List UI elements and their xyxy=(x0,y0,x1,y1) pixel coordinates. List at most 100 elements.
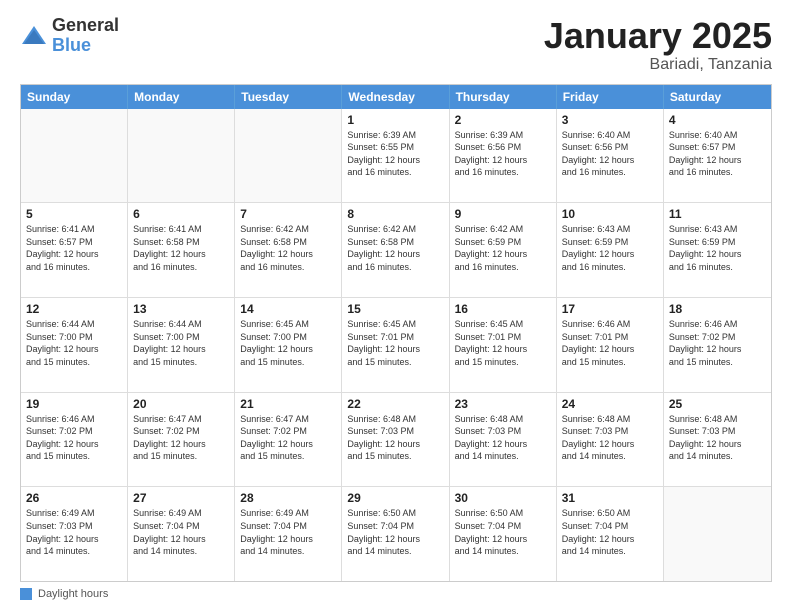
header-day-wednesday: Wednesday xyxy=(342,85,449,109)
day-number: 27 xyxy=(133,491,229,505)
day-number: 20 xyxy=(133,397,229,411)
day-info: Sunrise: 6:50 AM Sunset: 7:04 PM Dayligh… xyxy=(562,507,658,557)
header: General Blue January 2025 Bariadi, Tanza… xyxy=(20,16,772,74)
day-number: 21 xyxy=(240,397,336,411)
calendar-cell-empty-1 xyxy=(128,109,235,203)
header-day-monday: Monday xyxy=(128,85,235,109)
calendar-week-3: 12 Sunrise: 6:44 AM Sunset: 7:00 PM Dayli… xyxy=(21,298,771,393)
day-number: 2 xyxy=(455,113,551,127)
day-number: 14 xyxy=(240,302,336,316)
day-info: Sunrise: 6:39 AM Sunset: 6:55 PM Dayligh… xyxy=(347,129,443,179)
logo-icon xyxy=(20,22,48,50)
calendar-cell-empty-0 xyxy=(21,109,128,203)
day-number: 25 xyxy=(669,397,766,411)
calendar-cell-27: 27Sunrise: 6:49 AM Sunset: 7:04 PM Dayli… xyxy=(128,487,235,581)
day-number: 15 xyxy=(347,302,443,316)
calendar-cell-21: 21 Sunrise: 6:47 AM Sunset: 7:02 PM Dayli… xyxy=(235,393,342,487)
day-info: Sunrise: 6:44 AM Sunset: 7:00 PM Dayligh… xyxy=(133,318,229,368)
calendar-week-1: 1Sunrise: 6:39 AM Sunset: 6:55 PM Daylig… xyxy=(21,109,771,204)
calendar-cell-12: 12 Sunrise: 6:44 AM Sunset: 7:00 PM Dayli… xyxy=(21,298,128,392)
day-info: Sunrise: 6:45 AM Sunset: 7:01 PM Dayligh… xyxy=(455,318,551,368)
day-info: Sunrise: 6:46 AM Sunset: 7:01 PM Dayligh… xyxy=(562,318,658,368)
day-number: 8 xyxy=(347,207,443,221)
day-number: 10 xyxy=(562,207,658,221)
day-info: Sunrise: 6:48 AM Sunset: 7:03 PM Dayligh… xyxy=(562,413,658,463)
day-number: 11 xyxy=(669,207,766,221)
calendar-cell-5: 5 Sunrise: 6:41 AM Sunset: 6:57 PM Daylig… xyxy=(21,203,128,297)
logo-blue: Blue xyxy=(52,36,119,56)
day-info: Sunrise: 6:39 AM Sunset: 6:56 PM Dayligh… xyxy=(455,129,551,179)
calendar-cell-31: 31 Sunrise: 6:50 AM Sunset: 7:04 PM Dayli… xyxy=(557,487,664,581)
calendar-cell-19: 19Sunrise: 6:46 AM Sunset: 7:02 PM Dayli… xyxy=(21,393,128,487)
month-title: January 2025 xyxy=(544,16,772,56)
day-info: Sunrise: 6:48 AM Sunset: 7:03 PM Dayligh… xyxy=(669,413,766,463)
calendar-cell-8: 8 Sunrise: 6:42 AM Sunset: 6:58 PM Daylig… xyxy=(342,203,449,297)
day-info: Sunrise: 6:50 AM Sunset: 7:04 PM Dayligh… xyxy=(455,507,551,557)
day-number: 5 xyxy=(26,207,122,221)
calendar-cell-29: 29 Sunrise: 6:50 AM Sunset: 7:04 PM Dayli… xyxy=(342,487,449,581)
logo-text: General Blue xyxy=(52,16,119,56)
day-info: Sunrise: 6:47 AM Sunset: 7:02 PM Dayligh… xyxy=(133,413,229,463)
day-info: Sunrise: 6:43 AM Sunset: 6:59 PM Dayligh… xyxy=(562,223,658,273)
day-number: 18 xyxy=(669,302,766,316)
title-block: January 2025 Bariadi, Tanzania xyxy=(544,16,772,74)
day-number: 31 xyxy=(562,491,658,505)
calendar-cell-2: 2 Sunrise: 6:39 AM Sunset: 6:56 PM Daylig… xyxy=(450,109,557,203)
header-day-tuesday: Tuesday xyxy=(235,85,342,109)
day-info: Sunrise: 6:44 AM Sunset: 7:00 PM Dayligh… xyxy=(26,318,122,368)
calendar-cell-4: 4 Sunrise: 6:40 AM Sunset: 6:57 PM Daylig… xyxy=(664,109,771,203)
day-info: Sunrise: 6:42 AM Sunset: 6:58 PM Dayligh… xyxy=(240,223,336,273)
day-number: 9 xyxy=(455,207,551,221)
calendar-cell-18: 18Sunrise: 6:46 AM Sunset: 7:02 PM Dayli… xyxy=(664,298,771,392)
calendar-cell-16: 16 Sunrise: 6:45 AM Sunset: 7:01 PM Dayli… xyxy=(450,298,557,392)
calendar-cell-11: 11Sunrise: 6:43 AM Sunset: 6:59 PM Dayli… xyxy=(664,203,771,297)
day-number: 13 xyxy=(133,302,229,316)
day-info: Sunrise: 6:45 AM Sunset: 7:01 PM Dayligh… xyxy=(347,318,443,368)
day-info: Sunrise: 6:47 AM Sunset: 7:02 PM Dayligh… xyxy=(240,413,336,463)
day-info: Sunrise: 6:40 AM Sunset: 6:56 PM Dayligh… xyxy=(562,129,658,179)
day-info: Sunrise: 6:50 AM Sunset: 7:04 PM Dayligh… xyxy=(347,507,443,557)
day-number: 30 xyxy=(455,491,551,505)
calendar-cell-15: 15 Sunrise: 6:45 AM Sunset: 7:01 PM Dayli… xyxy=(342,298,449,392)
calendar-cell-9: 9 Sunrise: 6:42 AM Sunset: 6:59 PM Daylig… xyxy=(450,203,557,297)
day-number: 16 xyxy=(455,302,551,316)
calendar-cell-14: 14 Sunrise: 6:45 AM Sunset: 7:00 PM Dayli… xyxy=(235,298,342,392)
calendar-cell-13: 13 Sunrise: 6:44 AM Sunset: 7:00 PM Dayli… xyxy=(128,298,235,392)
calendar-week-5: 26 Sunrise: 6:49 AM Sunset: 7:03 PM Dayli… xyxy=(21,487,771,581)
header-day-thursday: Thursday xyxy=(450,85,557,109)
calendar-week-2: 5 Sunrise: 6:41 AM Sunset: 6:57 PM Daylig… xyxy=(21,203,771,298)
calendar-cell-3: 3Sunrise: 6:40 AM Sunset: 6:56 PM Daylig… xyxy=(557,109,664,203)
logo-general: General xyxy=(52,16,119,36)
calendar-cell-25: 25 Sunrise: 6:48 AM Sunset: 7:03 PM Dayli… xyxy=(664,393,771,487)
footer: Daylight hours xyxy=(20,588,772,600)
day-info: Sunrise: 6:49 AM Sunset: 7:04 PM Dayligh… xyxy=(240,507,336,557)
footer-label: Daylight hours xyxy=(38,588,108,600)
day-number: 12 xyxy=(26,302,122,316)
calendar-cell-20: 20 Sunrise: 6:47 AM Sunset: 7:02 PM Dayli… xyxy=(128,393,235,487)
day-info: Sunrise: 6:40 AM Sunset: 6:57 PM Dayligh… xyxy=(669,129,766,179)
day-info: Sunrise: 6:46 AM Sunset: 7:02 PM Dayligh… xyxy=(26,413,122,463)
calendar-cell-24: 24Sunrise: 6:48 AM Sunset: 7:03 PM Dayli… xyxy=(557,393,664,487)
day-number: 17 xyxy=(562,302,658,316)
location: Bariadi, Tanzania xyxy=(544,56,772,74)
day-info: Sunrise: 6:42 AM Sunset: 6:58 PM Dayligh… xyxy=(347,223,443,273)
day-number: 26 xyxy=(26,491,122,505)
calendar-cell-6: 6Sunrise: 6:41 AM Sunset: 6:58 PM Daylig… xyxy=(128,203,235,297)
day-number: 4 xyxy=(669,113,766,127)
calendar-cell-7: 7Sunrise: 6:42 AM Sunset: 6:58 PM Daylig… xyxy=(235,203,342,297)
header-day-friday: Friday xyxy=(557,85,664,109)
header-day-sunday: Sunday xyxy=(21,85,128,109)
day-number: 23 xyxy=(455,397,551,411)
calendar-body: 1Sunrise: 6:39 AM Sunset: 6:55 PM Daylig… xyxy=(21,109,771,581)
header-day-saturday: Saturday xyxy=(664,85,771,109)
day-info: Sunrise: 6:41 AM Sunset: 6:57 PM Dayligh… xyxy=(26,223,122,273)
calendar-header: SundayMondayTuesdayWednesdayThursdayFrid… xyxy=(21,85,771,109)
day-info: Sunrise: 6:42 AM Sunset: 6:59 PM Dayligh… xyxy=(455,223,551,273)
day-number: 29 xyxy=(347,491,443,505)
day-info: Sunrise: 6:48 AM Sunset: 7:03 PM Dayligh… xyxy=(455,413,551,463)
day-info: Sunrise: 6:49 AM Sunset: 7:03 PM Dayligh… xyxy=(26,507,122,557)
calendar-cell-10: 10 Sunrise: 6:43 AM Sunset: 6:59 PM Dayli… xyxy=(557,203,664,297)
calendar-cell-1: 1Sunrise: 6:39 AM Sunset: 6:55 PM Daylig… xyxy=(342,109,449,203)
day-info: Sunrise: 6:45 AM Sunset: 7:00 PM Dayligh… xyxy=(240,318,336,368)
day-info: Sunrise: 6:41 AM Sunset: 6:58 PM Dayligh… xyxy=(133,223,229,273)
